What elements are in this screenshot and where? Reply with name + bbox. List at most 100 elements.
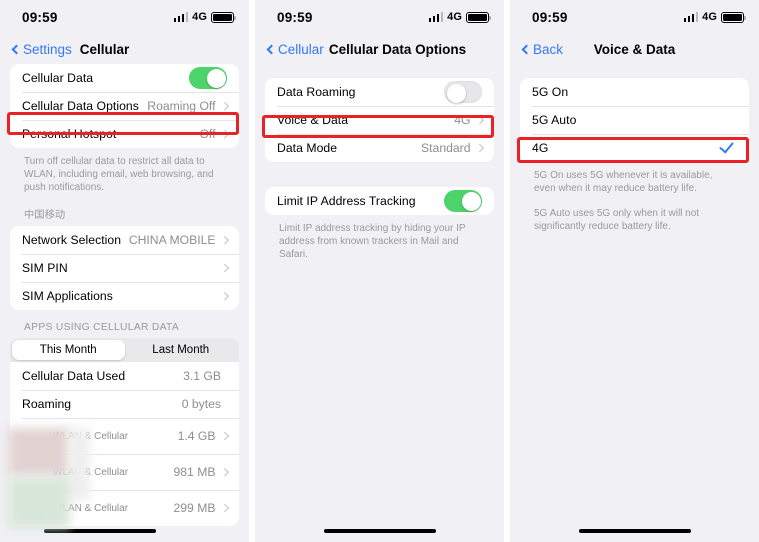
limit-ip-tracking-toggle[interactable] xyxy=(444,190,482,212)
row-label: Roaming xyxy=(22,397,72,411)
signal-bars-icon xyxy=(173,12,189,22)
chevron-right-icon xyxy=(220,504,229,512)
row-label: Voice & Data xyxy=(277,113,349,127)
chevron-left-icon xyxy=(11,44,22,54)
carrier-section-header: 中国移动 xyxy=(24,210,66,221)
home-indicator xyxy=(323,529,436,533)
apps-section-header: APPS USING CELLULAR DATA xyxy=(24,322,180,333)
row-value: CHINA MOBILE xyxy=(128,233,216,247)
back-button-settings[interactable]: Settings xyxy=(10,42,72,57)
row-limit-ip-address-tracking[interactable]: Limit IP Address Tracking xyxy=(265,187,494,215)
status-bar-3: 09:59 4G xyxy=(510,0,759,34)
option-4g[interactable]: 4G xyxy=(520,134,749,162)
row-data-roaming[interactable]: Data Roaming xyxy=(265,78,494,106)
status-indicators: 4G xyxy=(428,11,491,23)
cellular-data-toggle[interactable] xyxy=(189,67,227,89)
three-panel-screenshot: 09:59 4G Settings Cellular Cellular Data xyxy=(0,0,759,542)
home-indicator xyxy=(43,529,156,533)
data-options-card: Data Roaming Voice & Data 4G Data Mode S… xyxy=(265,78,494,162)
chevron-right-icon xyxy=(220,432,229,440)
segment-this-month[interactable]: This Month xyxy=(12,340,125,360)
back-button-label: Cellular xyxy=(278,41,324,57)
row-value: 1.4 GB xyxy=(177,429,216,443)
row-value: Standard xyxy=(421,141,471,155)
option-label: 5G Auto xyxy=(532,113,577,127)
nav-bar-2: Cellular Cellular Data Options xyxy=(255,34,504,64)
row-personal-hotspot[interactable]: Personal Hotspot Off xyxy=(10,120,239,148)
panel2-content: Data Roaming Voice & Data 4G Data Mode S… xyxy=(255,78,504,261)
option-label: 4G xyxy=(532,141,549,155)
option-label: 5G On xyxy=(532,85,569,99)
row-value: 299 MB xyxy=(173,501,216,515)
app-names: WLAN & Cellular xyxy=(53,503,173,514)
battery-icon xyxy=(211,11,236,23)
cellular-data-footnote: Turn off cellular data to restrict all d… xyxy=(24,156,214,193)
voice-data-footnote-2: 5G Auto uses 5G only when it will not si… xyxy=(534,208,700,232)
row-label: SIM Applications xyxy=(22,289,113,303)
chevron-right-icon xyxy=(220,102,229,110)
network-type-label: 4G xyxy=(192,11,207,23)
status-clock: 09:59 xyxy=(22,9,58,25)
row-label: Limit IP Address Tracking xyxy=(277,194,416,208)
status-bar-1: 09:59 4G xyxy=(0,0,249,34)
voice-data-options-card: 5G On 5G Auto 4G xyxy=(520,78,749,162)
chevron-left-icon xyxy=(266,44,277,54)
row-label: Cellular Data xyxy=(22,71,94,85)
row-value: 981 MB xyxy=(173,465,216,479)
chevron-right-icon xyxy=(475,116,484,124)
back-button-cellular[interactable]: Cellular xyxy=(265,42,324,57)
app-subtitle: WLAN & Cellular xyxy=(53,502,129,514)
status-indicators: 4G xyxy=(173,11,236,23)
data-roaming-toggle[interactable] xyxy=(444,81,482,103)
row-roaming-usage: Roaming 0 bytes xyxy=(10,390,239,418)
row-voice-and-data[interactable]: Voice & Data 4G xyxy=(265,106,494,134)
row-label: Personal Hotspot xyxy=(22,127,117,141)
ip-tracking-footnote: Limit IP address tracking by hiding your… xyxy=(279,223,466,260)
row-label: SIM PIN xyxy=(22,261,68,275)
chevron-right-icon xyxy=(220,264,229,272)
panel3-content: 5G On 5G Auto 4G 5G On uses 5G whenever … xyxy=(510,78,759,233)
status-bar-2: 09:59 4G xyxy=(255,0,504,34)
row-cellular-data[interactable]: Cellular Data xyxy=(10,64,239,92)
chevron-left-icon xyxy=(521,44,532,54)
row-data-mode[interactable]: Data Mode Standard xyxy=(265,134,494,162)
back-button-label: Back xyxy=(533,41,564,57)
signal-bars-icon xyxy=(683,12,699,22)
signal-bars-icon xyxy=(428,12,444,22)
battery-icon xyxy=(721,11,746,23)
nav-bar-3: Back Voice & Data xyxy=(510,34,759,64)
chevron-right-icon xyxy=(220,236,229,244)
phone-screen-voice-and-data: 09:59 4G Back Voice & Data 5G On 5G Auto xyxy=(510,0,759,542)
back-button[interactable]: Back xyxy=(520,42,563,57)
status-indicators: 4G xyxy=(683,11,746,23)
status-clock: 09:59 xyxy=(277,9,313,25)
row-cellular-data-options[interactable]: Cellular Data Options Roaming Off xyxy=(10,92,239,120)
redaction-block-3 xyxy=(8,476,70,528)
ip-tracking-card: Limit IP Address Tracking xyxy=(265,187,494,215)
option-5g-auto[interactable]: 5G Auto xyxy=(520,106,749,134)
status-clock: 09:59 xyxy=(532,9,568,25)
row-value: 4G xyxy=(454,113,471,127)
row-value: Off xyxy=(199,127,216,141)
row-value: 3.1 GB xyxy=(183,369,221,383)
phone-screen-cellular-data-options: 09:59 4G Cellular Cellular Data Options … xyxy=(255,0,504,542)
row-network-selection[interactable]: Network Selection CHINA MOBILE xyxy=(10,226,239,254)
row-cellular-data-used: Cellular Data Used 3.1 GB xyxy=(10,362,239,390)
cellular-main-card: Cellular Data Cellular Data Options Roam… xyxy=(10,64,239,148)
row-sim-applications[interactable]: SIM Applications xyxy=(10,282,239,310)
segment-last-month[interactable]: Last Month xyxy=(125,340,238,360)
row-value: Roaming Off xyxy=(147,99,216,113)
phone-screen-cellular: 09:59 4G Settings Cellular Cellular Data xyxy=(0,0,249,542)
row-sim-pin[interactable]: SIM PIN xyxy=(10,254,239,282)
row-label: Data Roaming xyxy=(277,85,356,99)
chevron-right-icon xyxy=(220,468,229,476)
redaction-block-2 xyxy=(68,428,90,500)
network-type-label: 4G xyxy=(702,11,717,23)
voice-data-footnote-1: 5G On uses 5G whenever it is available, … xyxy=(534,170,713,194)
back-button-label: Settings xyxy=(23,41,72,57)
month-segmented-control[interactable]: This Month Last Month xyxy=(10,338,239,362)
option-5g-on[interactable]: 5G On xyxy=(520,78,749,106)
carrier-card: Network Selection CHINA MOBILE SIM PIN S… xyxy=(10,226,239,310)
home-indicator xyxy=(578,529,691,533)
chevron-right-icon xyxy=(475,144,484,152)
